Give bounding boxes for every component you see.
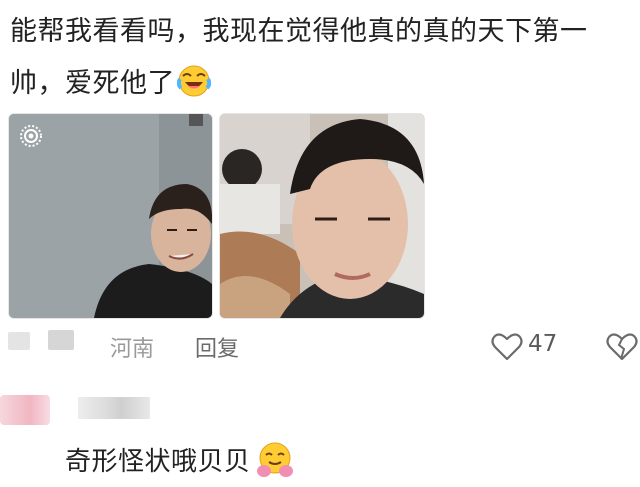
- comment-body: 能帮我看看吗，我现在觉得他真的真的天下第一帅，爱死他了: [10, 16, 588, 99]
- photo-2[interactable]: [219, 113, 425, 319]
- heart-icon[interactable]: [491, 332, 523, 362]
- comment-text: 能帮我看看吗，我现在觉得他真的真的天下第一帅，爱死他了: [10, 6, 635, 110]
- reply-username-blurred: [78, 397, 150, 419]
- blurred-username: [48, 330, 74, 350]
- blurred-avatar: [8, 332, 30, 350]
- reply-button[interactable]: 回复: [195, 331, 239, 363]
- broken-heart-icon[interactable]: [606, 332, 638, 362]
- reply-avatar[interactable]: [0, 395, 50, 425]
- laughing-crying-face-icon: [176, 64, 212, 98]
- location-label: 河南: [110, 337, 155, 362]
- photo-1[interactable]: [8, 113, 213, 319]
- reply-text: 奇形怪状哦贝贝: [65, 440, 295, 480]
- hugging-face-icon: [255, 440, 295, 480]
- comment-meta-row: 河南 回复 47: [0, 326, 640, 366]
- reply-body: 奇形怪状哦贝贝: [65, 447, 251, 477]
- like-count: 47: [528, 331, 558, 357]
